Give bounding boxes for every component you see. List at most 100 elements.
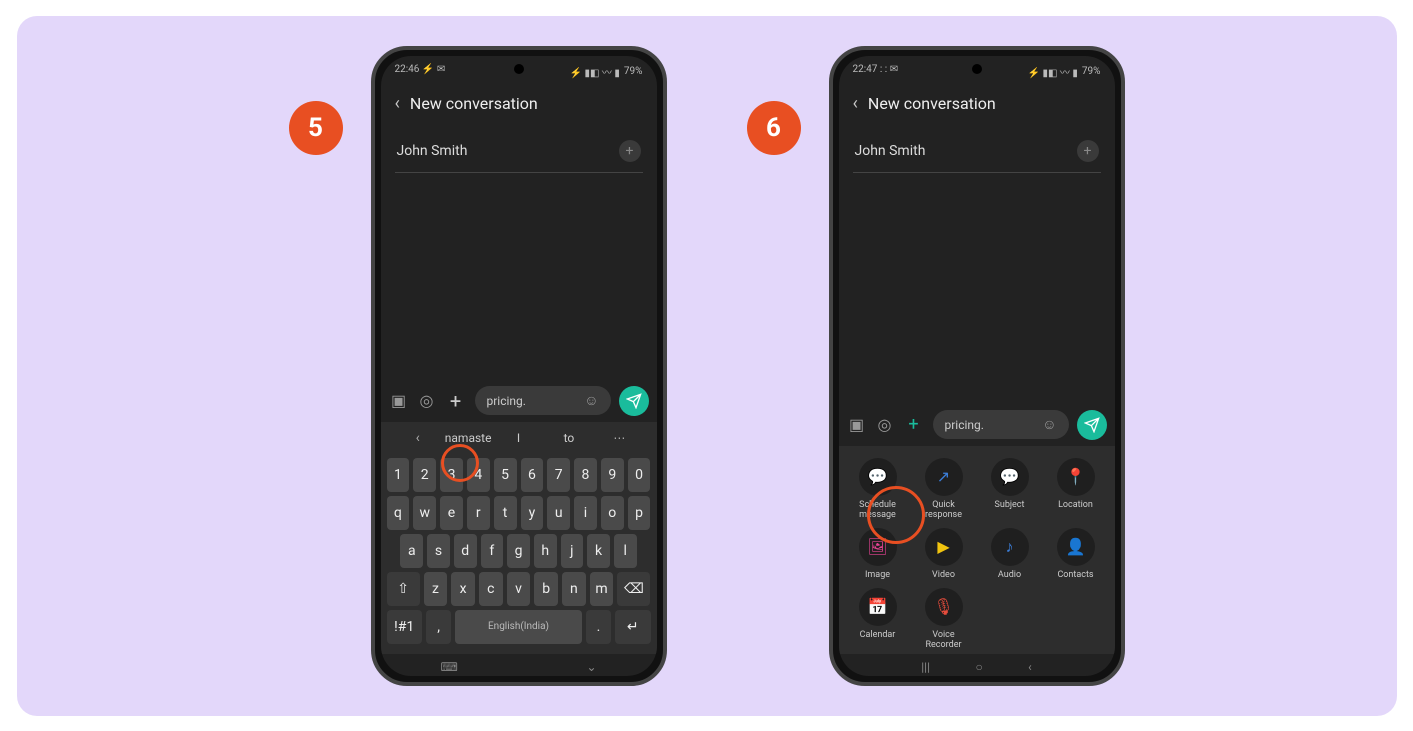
- attach-plus-button[interactable]: +: [445, 390, 467, 412]
- key-space[interactable]: English(India): [455, 610, 582, 644]
- camera-icon[interactable]: ◎: [875, 415, 895, 435]
- key-d[interactable]: d: [454, 534, 477, 568]
- status-time: 22:47 : : ✉: [853, 64, 899, 79]
- key-r[interactable]: r: [467, 496, 490, 530]
- key-b[interactable]: b: [534, 572, 558, 606]
- attach-subject[interactable]: 💬 Subject: [977, 458, 1043, 520]
- key-s[interactable]: s: [427, 534, 450, 568]
- attach-voice-recorder[interactable]: 🎙 VoiceRecorder: [911, 588, 977, 650]
- suggest-more-icon[interactable]: ⋯: [594, 431, 644, 445]
- attach-quick-response-label: Quickresponse: [925, 500, 962, 520]
- key-u[interactable]: u: [547, 496, 570, 530]
- step-badge-6: 6: [747, 101, 801, 155]
- nav-dropdown-icon[interactable]: ⌄: [586, 660, 596, 674]
- nav-keyboard-icon[interactable]: ⌨: [441, 660, 458, 674]
- key-f[interactable]: f: [481, 534, 504, 568]
- back-icon[interactable]: ‹: [853, 93, 858, 114]
- attach-schedule-message[interactable]: 💬 Schedulemessage: [845, 458, 911, 520]
- nav-home-icon[interactable]: ○: [975, 660, 982, 674]
- app-header: ‹ New conversation: [381, 83, 657, 124]
- key-i[interactable]: i: [574, 496, 597, 530]
- key-e[interactable]: e: [440, 496, 463, 530]
- key-h[interactable]: h: [534, 534, 557, 568]
- key-g[interactable]: g: [507, 534, 530, 568]
- message-input[interactable]: pricing. ☺: [933, 410, 1069, 439]
- send-button[interactable]: [619, 386, 649, 416]
- key-z[interactable]: z: [424, 572, 448, 606]
- key-j[interactable]: j: [561, 534, 584, 568]
- key-6[interactable]: 6: [521, 458, 544, 492]
- recipient-name: John Smith: [855, 143, 926, 159]
- message-area: [381, 181, 657, 380]
- key-x[interactable]: x: [451, 572, 475, 606]
- emoji-icon[interactable]: ☺: [1042, 416, 1056, 433]
- key-2[interactable]: 2: [413, 458, 436, 492]
- key-enter[interactable]: ↵: [615, 610, 650, 644]
- recipient-field[interactable]: John Smith +: [853, 132, 1101, 173]
- message-input[interactable]: pricing. ☺: [475, 386, 611, 415]
- keyboard[interactable]: ‹ namaste I to ⋯ 1234567890 qwertyuiop a…: [381, 422, 657, 654]
- suggest-3[interactable]: to: [544, 431, 594, 445]
- key-l[interactable]: l: [614, 534, 637, 568]
- add-recipient-icon[interactable]: +: [1077, 140, 1099, 162]
- key-w[interactable]: w: [413, 496, 436, 530]
- attach-contacts[interactable]: 👤 Contacts: [1043, 528, 1109, 580]
- nav-recent-icon[interactable]: |||: [921, 660, 930, 674]
- key-n[interactable]: n: [562, 572, 586, 606]
- step-5-group: 5 22:46 ⚡ ✉ ⚡ ▮◧ 〰 ▮79% ‹ New conversati…: [289, 46, 667, 686]
- suggest-back-icon[interactable]: ‹: [393, 430, 443, 446]
- key-q[interactable]: q: [387, 496, 410, 530]
- key-v[interactable]: v: [507, 572, 531, 606]
- key-3[interactable]: 3: [440, 458, 463, 492]
- attach-location[interactable]: 📍 Location: [1043, 458, 1109, 520]
- key-7[interactable]: 7: [547, 458, 570, 492]
- camera-icon[interactable]: ◎: [417, 391, 437, 411]
- key-k[interactable]: k: [587, 534, 610, 568]
- attach-contacts-label: Contacts: [1057, 570, 1093, 580]
- nav-back-icon[interactable]: ‹: [1028, 660, 1032, 674]
- attach-voice-recorder-icon: 🎙: [925, 588, 963, 626]
- key-symbols[interactable]: !#1: [387, 610, 422, 644]
- emoji-icon[interactable]: ☺: [584, 392, 598, 409]
- attach-video-label: Video: [932, 570, 955, 580]
- key-o[interactable]: o: [601, 496, 624, 530]
- attach-image[interactable]: 🖼 Image: [845, 528, 911, 580]
- key-9[interactable]: 9: [601, 458, 624, 492]
- add-recipient-icon[interactable]: +: [619, 140, 641, 162]
- key-a[interactable]: a: [400, 534, 423, 568]
- key-comma[interactable]: ,: [426, 610, 451, 644]
- phone-frame-6: 22:47 : : ✉ ⚡ ▮◧ 〰 ▮79% ‹ New conversati…: [829, 46, 1125, 686]
- recipient-field[interactable]: John Smith +: [395, 132, 643, 173]
- key-c[interactable]: c: [479, 572, 503, 606]
- attach-calendar[interactable]: 📅 Calendar: [845, 588, 911, 650]
- key-period[interactable]: .: [586, 610, 611, 644]
- back-icon[interactable]: ‹: [395, 93, 400, 114]
- camera-notch: [972, 64, 982, 74]
- send-button[interactable]: [1077, 410, 1107, 440]
- nav-bar: ||| ○ ‹: [839, 654, 1115, 676]
- key-8[interactable]: 8: [574, 458, 597, 492]
- key-4[interactable]: 4: [467, 458, 490, 492]
- key-t[interactable]: t: [494, 496, 517, 530]
- key-y[interactable]: y: [521, 496, 544, 530]
- attach-video[interactable]: ▶ Video: [911, 528, 977, 580]
- attach-schedule-message-label: Schedulemessage: [859, 500, 896, 520]
- key-m[interactable]: m: [590, 572, 614, 606]
- suggest-1[interactable]: namaste: [443, 431, 493, 445]
- attach-quick-response[interactable]: ↗ Quickresponse: [911, 458, 977, 520]
- key-0[interactable]: 0: [628, 458, 651, 492]
- attach-schedule-message-icon: 💬: [859, 458, 897, 496]
- screen-6: 22:47 : : ✉ ⚡ ▮◧ 〰 ▮79% ‹ New conversati…: [839, 56, 1115, 676]
- key-p[interactable]: p: [628, 496, 651, 530]
- app-header: ‹ New conversation: [839, 83, 1115, 124]
- key-backspace[interactable]: ⌫: [617, 572, 650, 606]
- gallery-icon[interactable]: ▣: [847, 415, 867, 435]
- gallery-icon[interactable]: ▣: [389, 391, 409, 411]
- suggest-2[interactable]: I: [493, 431, 543, 445]
- key-5[interactable]: 5: [494, 458, 517, 492]
- key-1[interactable]: 1: [387, 458, 410, 492]
- key-shift[interactable]: ⇧: [387, 572, 420, 606]
- tutorial-canvas: 5 22:46 ⚡ ✉ ⚡ ▮◧ 〰 ▮79% ‹ New conversati…: [17, 16, 1397, 716]
- attach-audio[interactable]: ♪ Audio: [977, 528, 1043, 580]
- attach-plus-button[interactable]: +: [903, 414, 925, 436]
